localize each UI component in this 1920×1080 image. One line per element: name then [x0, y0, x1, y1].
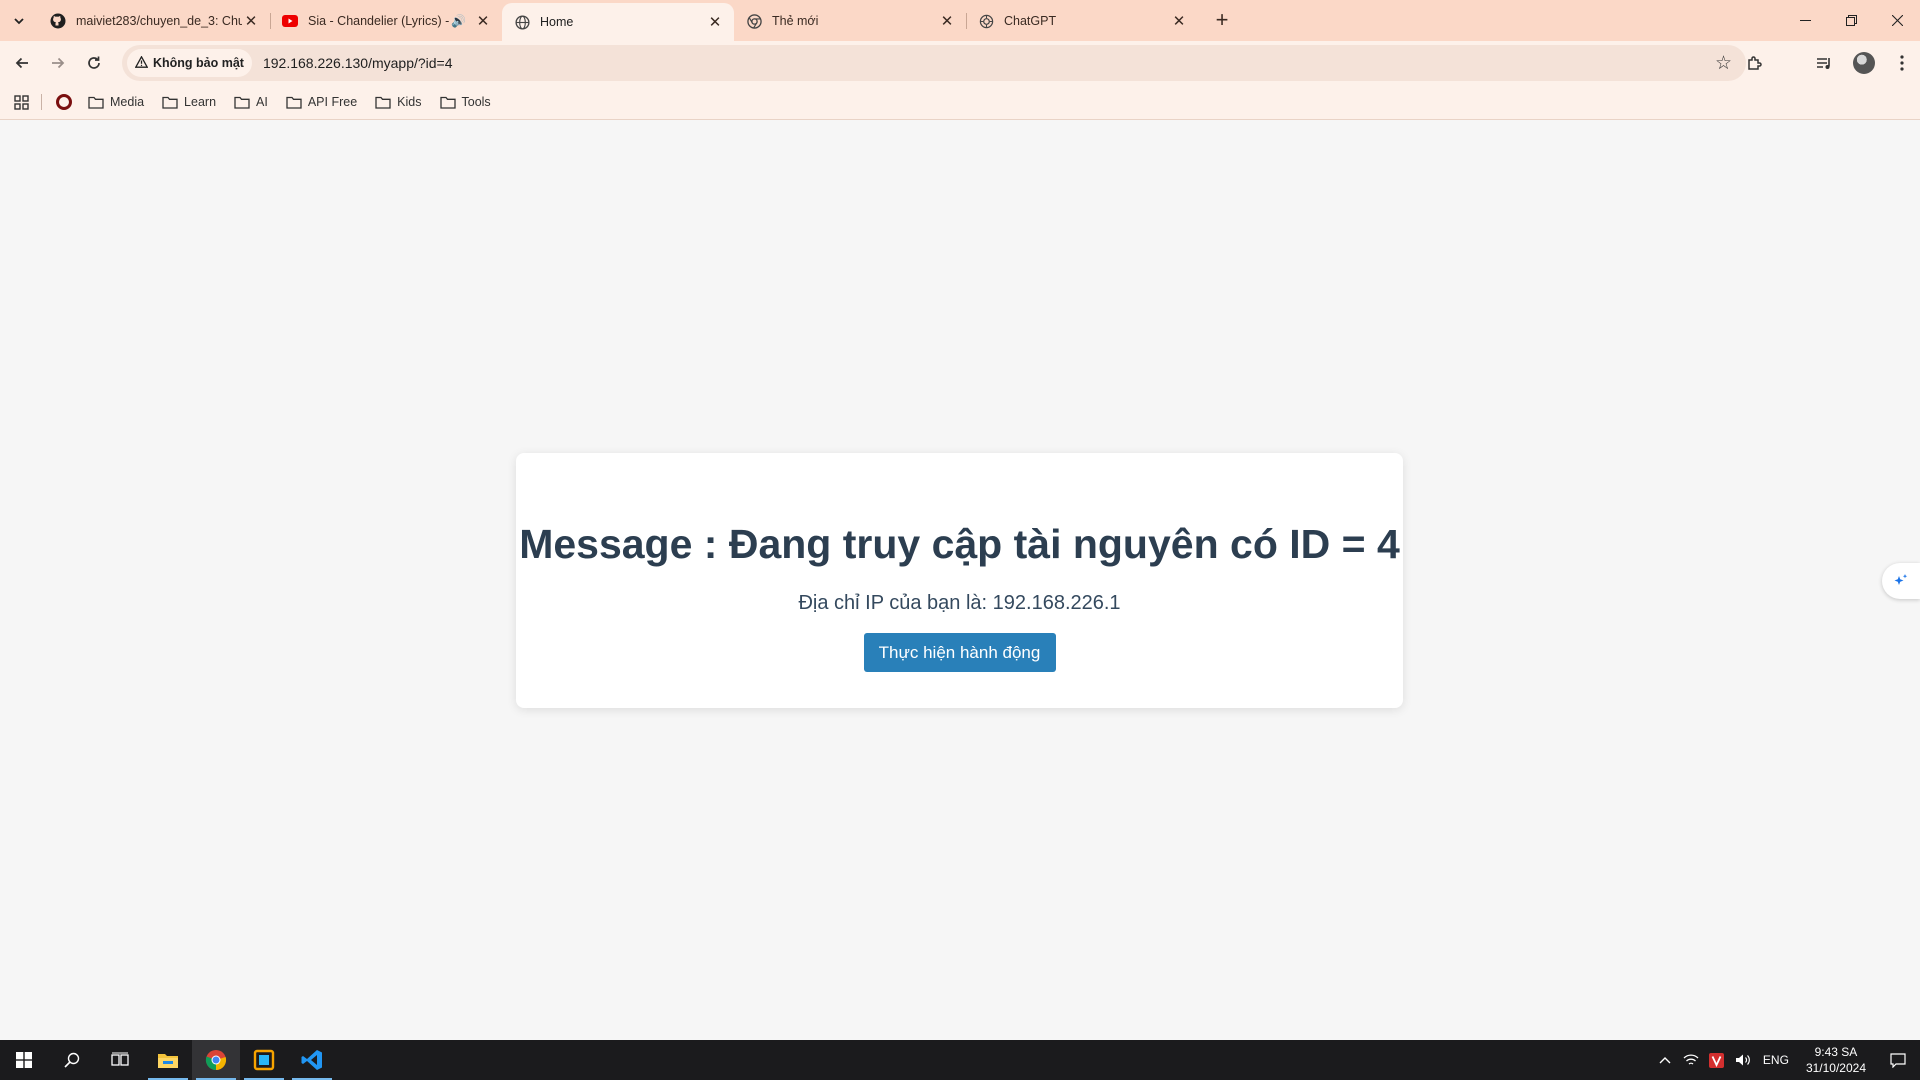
globe-icon — [514, 14, 530, 30]
vscode-icon[interactable] — [288, 1040, 336, 1080]
restore-button[interactable] — [1828, 0, 1874, 41]
arrow-left-icon — [15, 57, 28, 69]
close-icon[interactable]: ✕ — [242, 12, 260, 30]
bookmark-separator — [41, 94, 42, 110]
sticky-app-icon[interactable] — [240, 1040, 288, 1080]
tab-search-button[interactable] — [0, 0, 38, 41]
message-card: Message : Đang truy cập tài nguyên có ID… — [516, 453, 1403, 708]
start-icon[interactable] — [0, 1040, 48, 1080]
folder-icon — [375, 96, 391, 109]
tab-youtube[interactable]: Sia - Chandelier (Lyrics) - YouTube 🔊 ✕ — [270, 3, 502, 39]
plus-icon: + — [1215, 7, 1229, 32]
profile-avatar[interactable] — [1844, 45, 1884, 81]
tab-strip: maiviet283/chuyen_de_3: Chuyên ✕ Sia - C… — [0, 0, 1920, 41]
bookmark-label: Tools — [461, 95, 491, 109]
menu-kebab-icon[interactable] — [1884, 45, 1920, 81]
new-tab-button[interactable]: + — [1206, 4, 1238, 36]
close-icon[interactable]: ✕ — [938, 12, 956, 30]
perform-action-button[interactable]: Thực hiện hành động — [863, 633, 1056, 672]
bookmark-kids[interactable]: Kids — [375, 95, 422, 109]
opera-icon[interactable] — [56, 94, 72, 110]
page-viewport: Message : Đang truy cập tài nguyên có ID… — [0, 121, 1920, 1040]
bookmark-label: Media — [110, 95, 145, 109]
ip-address-text: Địa chỉ IP của bạn là: 192.168.226.1 — [798, 592, 1121, 614]
github-icon — [50, 13, 66, 29]
search-icon[interactable] — [48, 1040, 96, 1080]
network-icon[interactable] — [1680, 1053, 1702, 1067]
folder-icon — [286, 96, 302, 109]
sparkle-assistant-icon[interactable] — [1882, 563, 1920, 599]
chevron-up-icon[interactable] — [1654, 1056, 1676, 1064]
bookmark-label: Kids — [397, 95, 422, 109]
folder-icon — [88, 96, 104, 109]
chatgpt-icon — [978, 13, 994, 29]
antivirus-icon[interactable] — [1706, 1052, 1728, 1068]
chevron-down-icon — [5, 7, 33, 35]
avatar — [1853, 52, 1875, 74]
bookmark-tools[interactable]: Tools — [439, 95, 491, 109]
page-heading: Message : Đang truy cập tài nguyên có ID… — [519, 521, 1400, 567]
tab-title: maiviet283/chuyen_de_3: Chuyên — [76, 14, 242, 28]
close-icon[interactable]: ✕ — [474, 12, 492, 30]
tab-chatgpt[interactable]: ChatGPT ✕ — [966, 3, 1198, 39]
file-explorer-icon[interactable] — [144, 1040, 192, 1080]
reload-icon — [88, 56, 100, 69]
site-info-chip[interactable]: Không bảo mật — [127, 49, 252, 77]
browser-toolbar: Không bảo mật 192.168.226.130/myapp/?id=… — [0, 41, 1920, 85]
arrow-right-icon — [52, 57, 65, 69]
folder-icon — [439, 96, 456, 109]
clock-date: 31/10/2024 — [1805, 1061, 1866, 1075]
bookmark-api-free[interactable]: API Free — [286, 95, 357, 109]
forward-button[interactable] — [40, 45, 76, 81]
apps-grid-icon[interactable] — [14, 94, 29, 110]
youtube-icon — [282, 13, 298, 29]
folder-icon — [162, 96, 178, 109]
security-label: Không bảo mật — [153, 56, 244, 70]
tab-home[interactable]: Home ✕ — [502, 3, 734, 41]
minimize-button[interactable] — [1782, 0, 1828, 41]
clock-time: 9:43 SA — [1814, 1045, 1858, 1059]
bookmark-learn[interactable]: Learn — [162, 95, 216, 109]
address-bar[interactable]: Không bảo mật 192.168.226.130/myapp/?id=… — [122, 45, 1746, 81]
windows-taskbar: ENG 9:43 SA 31/10/2024 — [0, 1040, 1920, 1080]
notification-icon[interactable] — [1876, 1052, 1920, 1068]
tab-new[interactable]: Thẻ mới ✕ — [734, 3, 966, 39]
close-window-button[interactable] — [1874, 0, 1920, 41]
url-text[interactable]: 192.168.226.130/myapp/?id=4 — [263, 55, 453, 71]
bookmark-label: AI — [256, 95, 268, 109]
tab-title: Sia - Chandelier (Lyrics) - YouTube — [308, 14, 451, 28]
back-button[interactable] — [4, 45, 40, 81]
task-view-icon[interactable] — [96, 1040, 144, 1080]
tab-title: Home — [540, 15, 574, 29]
bookmark-label: API Free — [307, 95, 358, 109]
system-tray: ENG 9:43 SA 31/10/2024 — [1652, 1040, 1920, 1080]
language-indicator[interactable]: ENG — [1758, 1053, 1794, 1067]
tab-title: Thẻ mới — [772, 14, 819, 28]
bookmark-star-icon[interactable]: ☆ — [1715, 52, 1732, 75]
bookmark-ai[interactable]: AI — [234, 95, 268, 109]
toolbar-actions — [1734, 41, 1920, 85]
speaker-icon[interactable]: 🔊 — [451, 14, 466, 28]
extensions-icon[interactable] — [1734, 45, 1774, 81]
close-icon[interactable]: ✕ — [706, 13, 724, 31]
warning-icon — [134, 54, 149, 71]
bookmarks-bar: Media Learn AI API Free Kids Tools — [0, 85, 1920, 120]
bookmark-media[interactable]: Media — [88, 95, 144, 109]
folder-icon — [234, 96, 250, 109]
volume-icon[interactable] — [1732, 1053, 1754, 1067]
chrome-icon — [746, 13, 762, 29]
chrome-taskbar-icon[interactable] — [192, 1040, 240, 1080]
media-control-icon[interactable] — [1804, 45, 1844, 81]
clock[interactable]: 9:43 SA 31/10/2024 — [1806, 1044, 1866, 1076]
window-controls — [1782, 0, 1920, 41]
bookmark-label: Learn — [184, 95, 217, 109]
close-icon[interactable]: ✕ — [1170, 12, 1188, 30]
tab-title: ChatGPT — [1004, 14, 1057, 28]
reload-button[interactable] — [76, 45, 112, 81]
tab-github[interactable]: maiviet283/chuyen_de_3: Chuyên ✕ — [38, 3, 270, 39]
